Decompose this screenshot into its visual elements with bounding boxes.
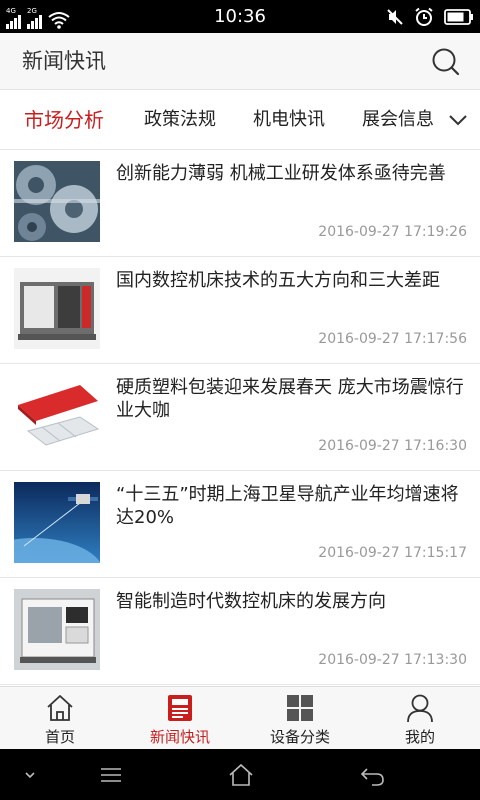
- cnc-lathe-image: [14, 589, 100, 670]
- user-icon: [407, 694, 433, 723]
- news-time: 2016-09-27 17:17:56: [318, 331, 467, 347]
- nav-news-label: 新闻快讯: [149, 728, 210, 746]
- news-time: 2016-09-27 17:19:26: [318, 224, 467, 240]
- system-collapse-button[interactable]: [16, 761, 44, 789]
- news-time: 2016-09-27 17:15:17: [318, 545, 467, 561]
- news-item[interactable]: 国内数控机床技术的五大方向和三大差距 2016-09-27 17:17:56: [0, 257, 480, 364]
- news-time: 2016-09-27 17:13:30: [318, 652, 467, 668]
- news-icon: [168, 695, 192, 721]
- news-item[interactable]: “十三五”时期上海卫星导航产业年均增速将达20% 2016-09-27 17:1…: [0, 471, 480, 578]
- app-header: 新闻快讯: [0, 33, 480, 90]
- system-nav-bar: [0, 749, 480, 800]
- tab-exhibition-info[interactable]: 展会信息: [362, 90, 434, 150]
- home-icon: [47, 695, 73, 721]
- tab-policy-regulations[interactable]: 政策法规: [144, 90, 216, 150]
- nav-home[interactable]: 首页: [0, 687, 120, 750]
- chevron-down-icon: [449, 115, 467, 126]
- system-back-button[interactable]: [358, 761, 386, 789]
- back-icon: [360, 768, 384, 786]
- satellite-image: [14, 482, 100, 563]
- gears-image: [14, 161, 100, 242]
- chevron-down-icon: [25, 772, 35, 779]
- alarm-icon: [415, 7, 433, 26]
- news-title: 智能制造时代数控机床的发展方向: [116, 591, 386, 612]
- nav-news[interactable]: 新闻快讯: [120, 687, 240, 750]
- news-list: 创新能力薄弱 机械工业研发体系亟待完善 2016-09-27 17:19:26 …: [0, 150, 480, 686]
- nav-home-label: 首页: [44, 728, 75, 746]
- page-title: 新闻快讯: [22, 49, 106, 73]
- news-time: 2016-09-27 17:16:30: [318, 438, 467, 454]
- search-icon: [432, 48, 460, 76]
- news-title: 硬质塑料包装迎来发展春天 庞大市场震惊行业大咖: [116, 377, 464, 421]
- plastic-package-image: [14, 375, 100, 456]
- grid-icon: [287, 695, 313, 721]
- nav-profile-label: 我的: [404, 728, 435, 746]
- cnc-machine-image: [14, 268, 100, 349]
- category-tabs: 市场分析 政策法规 机电快讯 展会信息: [0, 90, 480, 150]
- menu-icon: [101, 768, 121, 782]
- battery-icon: [444, 8, 473, 25]
- status-right-icons: [386, 4, 474, 29]
- nav-categories[interactable]: 设备分类: [240, 687, 360, 750]
- nav-categories-label: 设备分类: [269, 728, 330, 746]
- mute-icon: [387, 8, 403, 25]
- search-button[interactable]: [430, 46, 462, 78]
- news-title: “十三五”时期上海卫星导航产业年均增速将达20%: [116, 484, 459, 528]
- system-menu-button[interactable]: [97, 761, 125, 789]
- news-item[interactable]: 创新能力薄弱 机械工业研发体系亟待完善 2016-09-27 17:19:26: [0, 150, 480, 257]
- news-item[interactable]: 硬质塑料包装迎来发展春天 庞大市场震惊行业大咖 2016-09-27 17:16…: [0, 364, 480, 471]
- status-bar: 4G 2G 10:36: [0, 0, 480, 33]
- tab-market-analysis[interactable]: 市场分析: [24, 90, 104, 150]
- news-item[interactable]: 智能制造时代数控机床的发展方向 2016-09-27 17:13:30: [0, 578, 480, 685]
- news-title: 创新能力薄弱 机械工业研发体系亟待完善: [116, 163, 446, 184]
- tab-electromechanical-news[interactable]: 机电快讯: [253, 90, 325, 150]
- bottom-nav: 首页 新闻快讯 设备分类 我的: [0, 686, 480, 749]
- tabs-more-button[interactable]: [446, 108, 470, 132]
- nav-profile[interactable]: 我的: [360, 687, 480, 750]
- news-title: 国内数控机床技术的五大方向和三大差距: [116, 270, 440, 291]
- home-icon: [229, 763, 253, 786]
- system-home-button[interactable]: [227, 761, 255, 789]
